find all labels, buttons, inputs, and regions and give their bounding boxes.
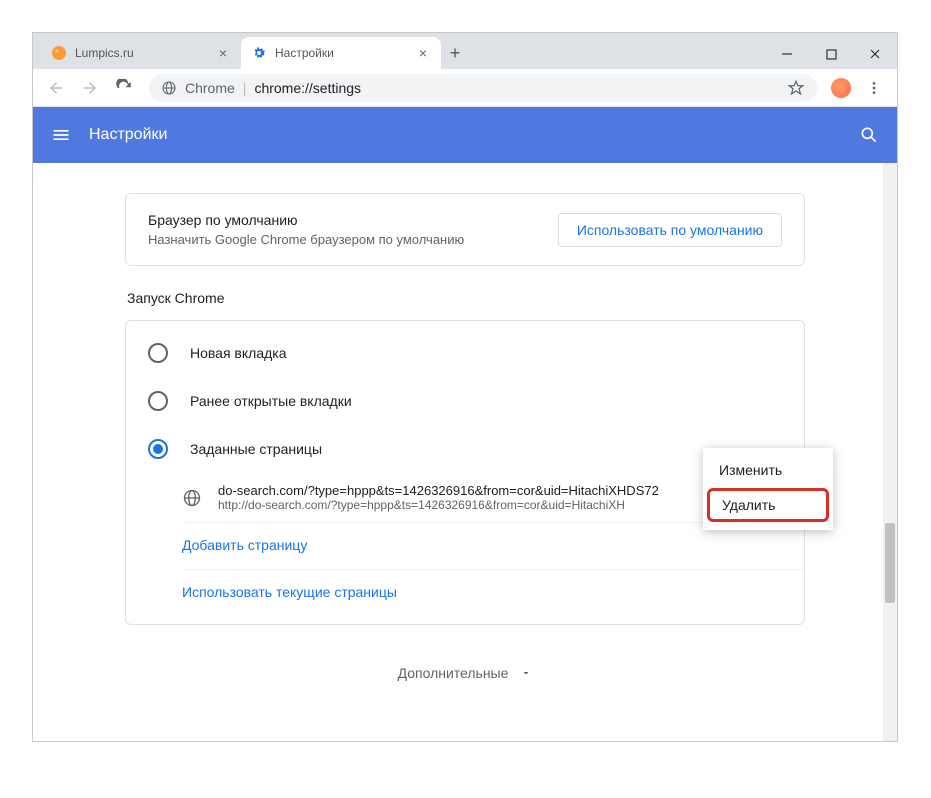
startup-option-continue[interactable]: Ранее открытые вкладки: [126, 377, 804, 425]
set-default-button[interactable]: Использовать по умолчанию: [558, 213, 782, 247]
maximize-button[interactable]: [809, 39, 853, 69]
new-tab-button[interactable]: +: [441, 39, 469, 67]
url-scheme: Chrome: [185, 80, 235, 96]
startup-section-title: Запуск Chrome: [125, 290, 805, 306]
tab-title: Lumpics.ru: [75, 46, 215, 60]
radio-icon: [148, 391, 168, 411]
scrollbar-thumb[interactable]: [885, 523, 895, 603]
omnibox[interactable]: Chrome | chrome://settings: [149, 74, 817, 102]
context-menu-edit[interactable]: Изменить: [703, 454, 833, 486]
settings-header: Настройки: [33, 107, 897, 163]
page-title: do-search.com/?type=hppp&ts=1426326916&f…: [218, 483, 782, 498]
default-browser-card: Браузер по умолчанию Назначить Google Ch…: [125, 193, 805, 266]
startup-option-newtab[interactable]: Новая вкладка: [126, 329, 804, 377]
titlebar: Lumpics.ru × Настройки × +: [33, 33, 897, 69]
site-info-icon[interactable]: [161, 80, 177, 96]
browser-window: Lumpics.ru × Настройки × + Chrome |: [32, 32, 898, 742]
bookmark-star-icon[interactable]: [787, 79, 805, 97]
tab-lumpics[interactable]: Lumpics.ru ×: [41, 37, 241, 69]
reload-button[interactable]: [109, 73, 139, 103]
context-menu: Изменить Удалить: [703, 448, 833, 530]
address-bar: Chrome | chrome://settings: [33, 69, 897, 107]
radio-icon-selected: [148, 439, 168, 459]
chevron-down-icon: [520, 667, 532, 679]
context-menu-delete[interactable]: Удалить: [707, 488, 829, 522]
close-tab-icon[interactable]: ×: [215, 45, 231, 61]
default-browser-title: Браузер по умолчанию: [148, 212, 558, 228]
settings-title: Настройки: [89, 126, 167, 144]
hamburger-icon[interactable]: [51, 125, 71, 145]
favicon-lumpics: [51, 45, 67, 61]
default-browser-subtitle: Назначить Google Chrome браузером по умо…: [148, 232, 558, 247]
tab-strip: Lumpics.ru × Настройки × +: [33, 33, 765, 69]
advanced-toggle[interactable]: Дополнительные: [33, 665, 897, 681]
use-current-row: Использовать текущие страницы: [182, 570, 804, 616]
back-button[interactable]: [41, 73, 71, 103]
favicon-settings: [251, 45, 267, 61]
globe-icon: [182, 488, 202, 508]
window-buttons: [765, 39, 897, 69]
chrome-menu-button[interactable]: [859, 73, 889, 103]
forward-button[interactable]: [75, 73, 105, 103]
extension-icon[interactable]: [831, 78, 851, 98]
radio-icon: [148, 343, 168, 363]
add-page-row: Добавить страницу: [182, 523, 804, 570]
url-path: chrome://settings: [254, 80, 361, 96]
close-tab-icon[interactable]: ×: [415, 45, 431, 61]
search-icon[interactable]: [859, 125, 879, 145]
scrollbar[interactable]: [883, 163, 897, 741]
tab-title: Настройки: [275, 46, 415, 60]
page-url: http://do-search.com/?type=hppp&ts=14263…: [218, 498, 782, 512]
use-current-link[interactable]: Использовать текущие страницы: [182, 584, 397, 600]
minimize-button[interactable]: [765, 39, 809, 69]
tab-settings[interactable]: Настройки ×: [241, 37, 441, 69]
close-window-button[interactable]: [853, 39, 897, 69]
add-page-link[interactable]: Добавить страницу: [182, 537, 307, 553]
